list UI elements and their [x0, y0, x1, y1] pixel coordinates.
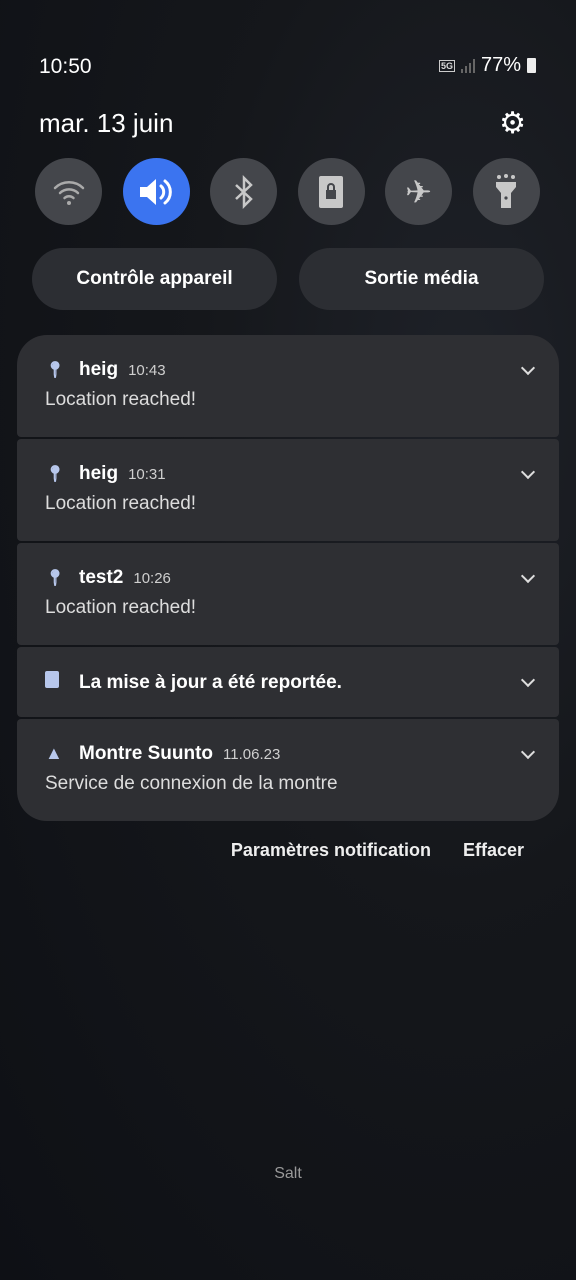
suunto-triangle-icon: ▲ — [45, 743, 63, 763]
clock: 10:50 — [39, 55, 92, 78]
timestamp: 10:31 — [128, 466, 166, 483]
quick-settings: ✈ — [35, 158, 540, 225]
app-name: test2 — [79, 567, 124, 588]
notification-settings-button[interactable]: Paramètres notification — [231, 840, 431, 861]
location-pin-icon: 📍︎ — [45, 362, 66, 379]
timestamp: 11.06.23 — [223, 746, 281, 763]
battery-percent: 77% — [480, 54, 521, 76]
bluetooth-icon — [234, 174, 253, 209]
bluetooth-toggle[interactable] — [210, 158, 277, 225]
wifi-toggle[interactable] — [35, 158, 102, 225]
clear-button[interactable]: Effacer — [463, 840, 524, 861]
timestamp: 10:26 — [133, 570, 171, 587]
app-name: Montre Suunto — [79, 743, 214, 764]
timestamp: 10:43 — [128, 362, 166, 379]
update-clock-icon — [45, 671, 63, 693]
notification-heig-2[interactable]: 📍︎ heig 10:31 Location reached! — [17, 439, 559, 541]
notification-text: Location reached! — [45, 389, 197, 410]
notification-text: Location reached! — [45, 597, 197, 618]
flashlight-toggle[interactable] — [472, 158, 540, 225]
notification-title: La mise à jour a été reportée. — [79, 672, 342, 693]
battery-icon — [527, 58, 536, 73]
status-icons: 5G 77% — [438, 54, 536, 77]
notification-test2[interactable]: 📍︎ test2 10:26 Location reached! — [17, 543, 559, 645]
date: mar. 13 juin — [39, 108, 174, 138]
location-pin-icon: 📍︎ — [45, 570, 66, 587]
carrier-label: Salt — [274, 1165, 302, 1182]
app-name: heig — [79, 463, 119, 484]
notification-suunto[interactable]: ▲ Montre Suunto 11.06.23 Service de connex… — [17, 719, 559, 821]
media-output-button[interactable]: Sortie média — [299, 248, 544, 310]
flashlight-icon — [496, 173, 516, 208]
sound-toggle[interactable] — [122, 158, 190, 225]
location-pin-icon: 📍︎ — [45, 466, 66, 483]
app-name: heig — [79, 359, 119, 380]
settings-gear-icon[interactable]: ⚙ — [499, 106, 526, 141]
notification-text: Location reached! — [45, 493, 197, 514]
lock-screen-icon — [319, 175, 343, 208]
wifi-icon — [53, 180, 84, 205]
airplane-toggle[interactable]: ✈ — [385, 158, 452, 225]
rotation-lock-toggle[interactable] — [297, 158, 365, 225]
notification-text: Service de connexion de la montre — [45, 773, 338, 794]
notification-heig-1[interactable]: 📍︎ heig 10:43 Location reached! — [17, 335, 559, 437]
airplane-icon: ✈ — [405, 173, 432, 210]
speaker-icon — [140, 178, 172, 205]
network-type-icon: 5G — [438, 59, 455, 72]
device-control-button[interactable]: Contrôle appareil — [32, 248, 277, 310]
signal-icon — [460, 58, 475, 73]
notification-update[interactable]: La mise à jour a été reportée. — [17, 647, 559, 717]
